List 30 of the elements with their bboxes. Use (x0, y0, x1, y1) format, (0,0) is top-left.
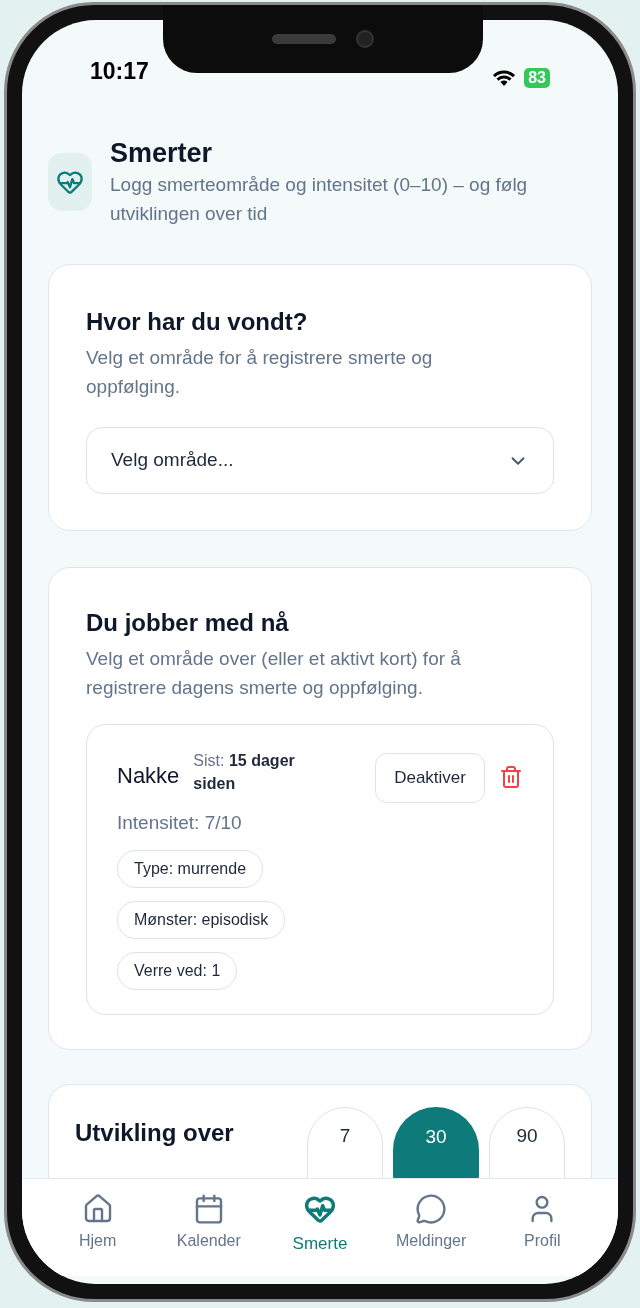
card-description: Velg et område over (eller et aktivt kort) for å registrere dagens smerte og oppfølging. (86, 647, 462, 700)
area-name: Nakke (117, 762, 180, 790)
delete-icon[interactable] (499, 765, 523, 789)
battery-level: 83 (524, 68, 550, 88)
card-title: Utvikling over (75, 1117, 234, 1148)
pain-area-card[interactable]: Nakke Sist: 15 dager siden Deaktiver Intensitet: 7/10 Type: murrende Mønster: episodisk Verre ved: 1 (86, 724, 554, 1015)
deactivate-button[interactable]: Deaktiver (375, 753, 485, 803)
card-description: Velg et område for å registrere smerte og oppfølging. (86, 346, 434, 399)
nav-tab[interactable]: Kalender (158, 1193, 259, 1276)
page-subtitle: Logg smerteområde og intensitet (0–10) – og følg utviklingen over tid (110, 173, 529, 226)
heart-pulse-icon (48, 153, 92, 211)
nav-tab[interactable]: Profil (492, 1193, 593, 1276)
card-title: Hvor har du vondt? (86, 307, 309, 337)
speaker-grille (272, 34, 336, 44)
intensity-text: Intensitet: 7/10 (117, 811, 243, 835)
camera-lens (356, 30, 374, 48)
card-title: Du jobber med nå (86, 608, 290, 638)
nav-tab[interactable]: Meldinger (381, 1193, 482, 1276)
chat-bubble-icon (415, 1193, 448, 1225)
area-select[interactable]: Velg område... (86, 427, 554, 494)
page-title: Smerter (110, 137, 214, 170)
wifi-icon (492, 69, 517, 87)
range-tab[interactable]: 7 (307, 1106, 383, 1178)
heart-pulse-icon (303, 1193, 336, 1225)
status-time: 10:17 (90, 56, 149, 86)
nav-tab[interactable]: Hjem (47, 1193, 148, 1276)
nav-tab[interactable]: Smerte (269, 1193, 370, 1276)
last-logged: Sist: 15 dager siden (193, 751, 296, 794)
range-tab[interactable]: 30 (393, 1106, 479, 1178)
range-tab[interactable]: 90 (489, 1106, 565, 1178)
